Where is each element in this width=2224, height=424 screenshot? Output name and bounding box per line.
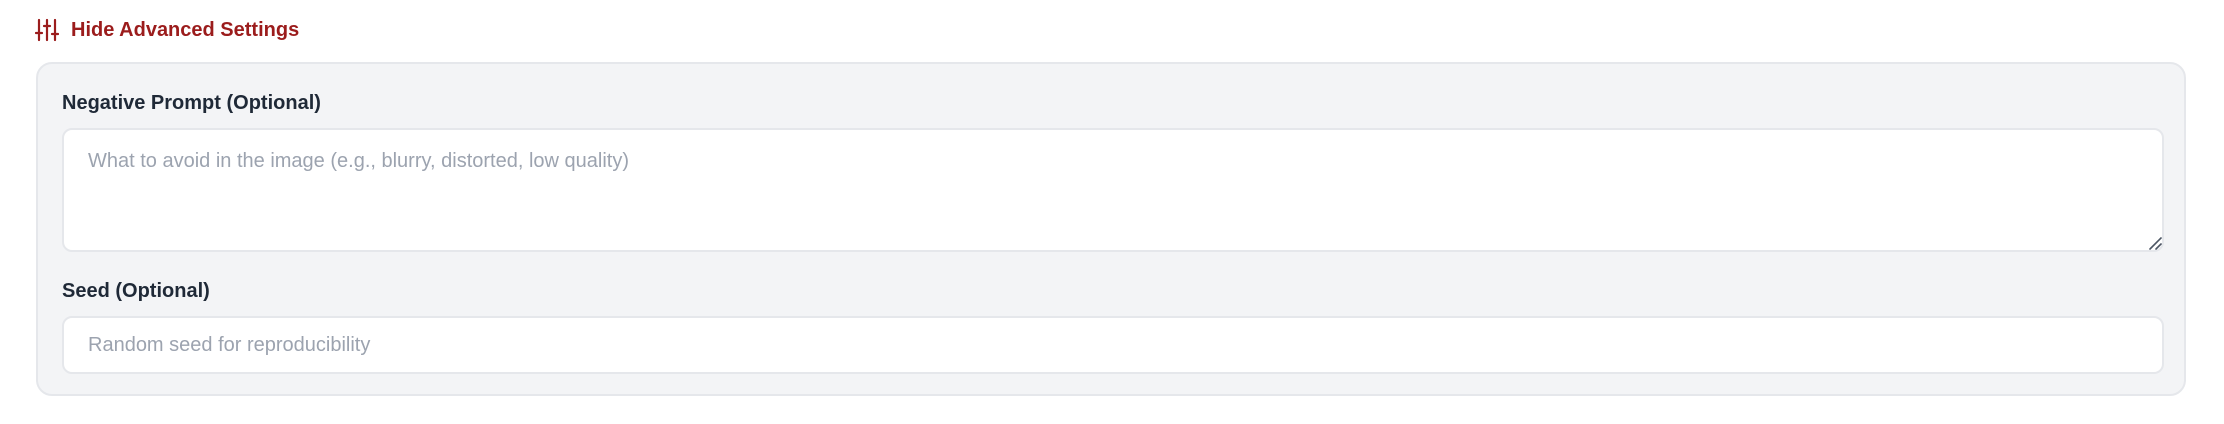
hide-advanced-settings-label: Hide Advanced Settings — [71, 18, 300, 41]
seed-input[interactable] — [62, 316, 2164, 374]
negative-prompt-textarea[interactable] — [62, 128, 2164, 252]
resize-handle-icon[interactable] — [2148, 236, 2162, 250]
hide-advanced-settings-button[interactable]: Hide Advanced Settings — [35, 14, 299, 46]
advanced-settings-panel: Negative Prompt (Optional) Seed (Optiona… — [36, 62, 2186, 396]
sliders-icon — [35, 18, 59, 42]
seed-label: Seed (Optional) — [62, 280, 210, 302]
negative-prompt-label: Negative Prompt (Optional) — [62, 92, 321, 114]
